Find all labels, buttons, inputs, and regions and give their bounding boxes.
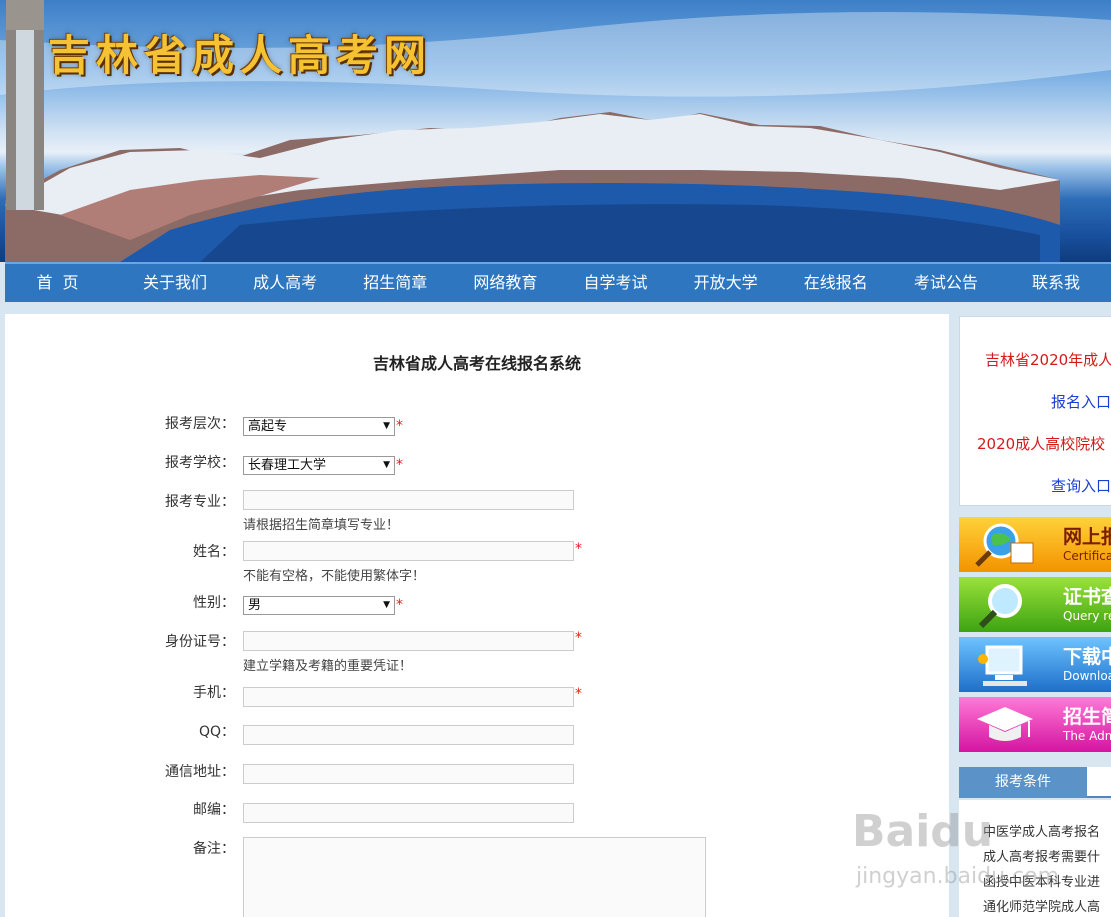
baidu-watermark-logo: Baidu xyxy=(852,806,994,857)
remark-label: 备注： xyxy=(193,841,235,857)
zip-input[interactable] xyxy=(243,803,574,823)
registration-entry-link[interactable]: 报名入口 xyxy=(1051,391,1111,412)
certificate-query-subtitle: Query res xyxy=(1063,609,1111,623)
computer-icon xyxy=(978,645,1027,686)
site-title: 吉林省成人高考网 xyxy=(48,31,433,80)
dropdown-arrow-icon: ▼ xyxy=(383,421,390,431)
required-mark: * xyxy=(396,597,403,613)
qq-label: QQ： xyxy=(198,724,235,740)
form-title: 吉林省成人高考在线报名系统 xyxy=(372,354,581,373)
sidebar-tab-bar: 报考条件 xyxy=(959,767,1111,798)
list-item[interactable]: 成人高考报考需要什 xyxy=(983,846,1100,865)
school-select-value: 长春理工大学 xyxy=(248,458,327,473)
nav-item-adult-exam[interactable]: 成人高考 xyxy=(230,264,340,302)
name-hint: 不能有空格，不能使用繁体字！ xyxy=(243,569,426,584)
admission-guide-subtitle: The Admiss xyxy=(1063,729,1111,743)
nav-item-online-registration[interactable]: 在线报名 xyxy=(781,264,891,302)
major-label: 报考专业： xyxy=(165,494,235,510)
notice-link-2020-exam[interactable]: 吉林省2020年成人 xyxy=(985,349,1111,370)
required-mark: * xyxy=(396,457,403,473)
school-select[interactable]: 长春理工大学 ▼ xyxy=(243,456,395,475)
online-registration-subtitle: Certifica xyxy=(1063,549,1111,563)
remark-textarea[interactable] xyxy=(243,837,706,917)
qq-input[interactable] xyxy=(243,725,574,745)
online-registration-title: 网上报 xyxy=(1063,526,1111,548)
tab-exam-conditions[interactable]: 报考条件 xyxy=(959,767,1087,798)
required-mark: * xyxy=(575,541,582,557)
id-number-label: 身份证号： xyxy=(165,634,235,650)
graduation-cap-icon xyxy=(977,707,1033,741)
gender-select-value: 男 xyxy=(248,598,262,613)
address-label: 通信地址： xyxy=(165,764,235,780)
nav-item-about[interactable]: 关于我们 xyxy=(120,264,230,302)
sidebar-notice-box: 吉林省2020年成人 报名入口 2020成人高校院校 查询入口 xyxy=(959,316,1111,506)
required-mark: * xyxy=(575,686,582,702)
gender-label: 性别： xyxy=(193,595,235,611)
name-label: 姓名： xyxy=(193,544,235,560)
list-item[interactable]: 中医学成人高考报名 xyxy=(983,821,1100,840)
header-banner: 吉林省成人高考网 xyxy=(0,0,1111,262)
required-mark: * xyxy=(575,630,582,646)
phone-input[interactable] xyxy=(243,687,574,707)
certificate-query-button[interactable]: 证书查 Query res xyxy=(959,577,1111,632)
major-input[interactable] xyxy=(243,490,574,510)
nav-item-contact[interactable]: 联系我 xyxy=(1001,264,1111,302)
certificate-query-title: 证书查 xyxy=(1063,586,1111,608)
nav-item-exam-notice[interactable]: 考试公告 xyxy=(891,264,1001,302)
id-number-hint: 建立学籍及考籍的重要凭证！ xyxy=(243,659,413,674)
download-center-button[interactable]: 下载中 Downloa xyxy=(959,637,1111,692)
zip-label: 邮编： xyxy=(193,802,235,818)
level-select-value: 高起专 xyxy=(248,419,288,434)
nav-item-self-study[interactable]: 自学考试 xyxy=(560,264,670,302)
nav-item-admission-guide[interactable]: 招生简章 xyxy=(340,264,450,302)
phone-label: 手机： xyxy=(193,685,235,701)
download-center-subtitle: Downloa xyxy=(1063,669,1111,683)
address-input[interactable] xyxy=(243,764,574,784)
admission-guide-button[interactable]: 招生简 The Admiss xyxy=(959,697,1111,752)
id-number-input[interactable] xyxy=(243,631,574,651)
query-entry-link[interactable]: 查询入口 xyxy=(1051,475,1111,496)
gender-select[interactable]: 男 ▼ xyxy=(243,596,395,615)
magnifier-globe-icon xyxy=(975,523,1034,567)
level-label: 报考层次： xyxy=(165,416,235,432)
registration-form-panel: 吉林省成人高考在线报名系统 报考层次： 高起专 ▼ * 报考学校： 长春理工大学… xyxy=(5,314,949,917)
list-item[interactable]: 通化师范学院成人高 xyxy=(983,896,1100,915)
name-input[interactable] xyxy=(243,541,574,561)
online-registration-button[interactable]: 网上报 Certifica xyxy=(959,517,1111,572)
major-hint: 请根据招生简章填写专业！ xyxy=(243,518,400,533)
dropdown-arrow-icon: ▼ xyxy=(383,600,390,610)
required-mark: * xyxy=(396,418,403,434)
dropdown-arrow-icon: ▼ xyxy=(383,460,390,470)
nav-item-open-university[interactable]: 开放大学 xyxy=(671,264,781,302)
magnifier-icon xyxy=(978,584,1022,629)
level-select[interactable]: 高起专 ▼ xyxy=(243,417,395,436)
baidu-watermark-url: jingyan.baidu.com xyxy=(856,864,1060,889)
monument-icon xyxy=(6,0,44,210)
school-label: 报考学校： xyxy=(165,455,235,471)
nav-item-online-education[interactable]: 网络教育 xyxy=(450,264,560,302)
nav-item-home[interactable]: 首页 xyxy=(5,264,120,302)
admission-guide-title: 招生简 xyxy=(1063,706,1111,728)
notice-link-2020-colleges[interactable]: 2020成人高校院校 xyxy=(977,433,1105,454)
main-nav: 首页 关于我们 成人高考 招生简章 网络教育 自学考试 开放大学 在线报名 考试… xyxy=(5,262,1111,302)
download-center-title: 下载中 xyxy=(1063,646,1111,668)
